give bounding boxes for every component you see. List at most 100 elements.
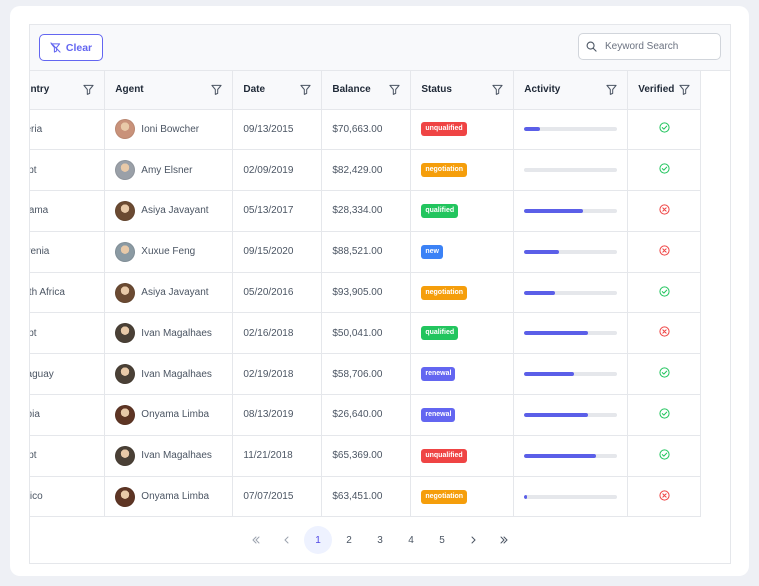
page-button-5[interactable]: 5 (428, 526, 456, 554)
table-header-row: Country Agent Date Balance Status Activity Ver… (30, 71, 701, 110)
status-badge: unqualified (421, 448, 467, 463)
table-row[interactable]: Paraguay Ivan Magalhaes 02/19/2018$58,706.… (30, 353, 701, 396)
verified-cell (627, 476, 701, 517)
page-button-2[interactable]: 2 (335, 526, 363, 554)
date-cell: 09/15/2020 (232, 231, 323, 273)
table-row[interactable]: Slovenia Xuxue Feng 09/15/2020$88,521.00 ne… (30, 231, 701, 273)
agent-cell: Asiya Javayant (104, 190, 234, 232)
check-circle-icon (659, 449, 670, 460)
agent-name: Asiya Javayant (141, 205, 209, 217)
balance-cell: $82,429.00 (321, 149, 412, 192)
balance-cell: $26,640.00 (321, 394, 412, 436)
agent-cell: Ivan Magalhaes (104, 353, 234, 396)
status-cell: renewal (410, 353, 515, 396)
status-badge: unqualified (421, 122, 467, 137)
status-badge: negotiation (421, 489, 468, 504)
column-header-verified[interactable]: Verified (627, 71, 701, 110)
status-badge: negotiation (421, 285, 468, 300)
agent-name: Ivan Magalhaes (141, 368, 212, 380)
status-cell: unqualified (410, 435, 515, 477)
balance-cell: $70,663.00 (321, 109, 412, 151)
table-row[interactable]: Serbia Onyama Limba 08/13/2019$26,640.00 re… (30, 394, 701, 436)
table-row[interactable]: Egypt Ivan Magalhaes 02/16/2018$50,041.00 q… (30, 312, 701, 355)
table-row[interactable]: Mexico Onyama Limba 07/07/2015$63,451.00 ne… (30, 476, 701, 517)
agent-name: Xuxue Feng (141, 246, 196, 258)
agent-name: Onyama Limba (141, 491, 210, 503)
clear-filters-button[interactable]: Clear (39, 34, 103, 61)
column-header-balance[interactable]: Balance (321, 71, 412, 110)
filter-icon[interactable] (492, 84, 503, 96)
avatar (115, 445, 136, 466)
status-badge: renewal (421, 367, 456, 382)
status-badge: negotiation (421, 163, 468, 178)
status-cell: qualified (410, 312, 515, 355)
status-cell: renewal (410, 394, 515, 436)
balance-cell: $93,905.00 (321, 272, 412, 314)
table-row[interactable]: Algeria Ioni Bowcher 09/13/2015$70,663.00 u… (30, 109, 701, 151)
first-page-button[interactable] (242, 526, 270, 554)
column-header-label: Status (421, 84, 452, 96)
status-cell: negotiation (410, 149, 515, 192)
activity-cell (513, 190, 629, 232)
agent-cell: Amy Elsner (104, 149, 234, 192)
paginator: 12345 (30, 517, 730, 563)
avatar (115, 160, 136, 181)
filter-icon[interactable] (389, 84, 400, 96)
table-body: Algeria Ioni Bowcher 09/13/2015$70,663.00 u… (30, 109, 701, 517)
column-header-country[interactable]: Country (30, 71, 106, 110)
table-row[interactable]: South Africa Asiya Javayant 05/20/2016$93,… (30, 272, 701, 314)
filter-icon[interactable] (211, 84, 222, 96)
agent-name: Onyama Limba (141, 409, 210, 421)
page-button-1[interactable]: 1 (304, 526, 332, 554)
filter-icon[interactable] (83, 84, 94, 96)
balance-cell: $88,521.00 (321, 231, 412, 273)
agent-cell: Asiya Javayant (104, 272, 234, 314)
table-row[interactable]: Egypt Amy Elsner 02/09/2019$82,429.00 negot… (30, 149, 701, 192)
last-page-button[interactable] (490, 526, 518, 554)
previous-page-button[interactable] (273, 526, 301, 554)
column-header-label: Balance (332, 84, 371, 96)
avatar (115, 486, 136, 507)
page-button-3[interactable]: 3 (366, 526, 394, 554)
status-cell: new (410, 231, 515, 273)
column-header-date[interactable]: Date (232, 71, 323, 110)
filter-icon[interactable] (679, 84, 690, 96)
date-cell: 05/13/2017 (232, 190, 323, 232)
activity-progress-fill (524, 208, 583, 213)
avatar (115, 364, 136, 385)
column-header-label: Agent (115, 84, 144, 96)
avatar (115, 282, 136, 303)
status-cell: qualified (410, 190, 515, 232)
activity-cell (513, 435, 629, 477)
country-cell: Paraguay (30, 353, 106, 396)
country-cell: Serbia (30, 394, 106, 436)
avatar (115, 241, 136, 262)
page-button-4[interactable]: 4 (397, 526, 425, 554)
column-header-activity[interactable]: Activity (513, 71, 629, 110)
date-cell: 02/16/2018 (232, 312, 323, 355)
verified-cell (627, 435, 701, 477)
status-cell: negotiation (410, 272, 515, 314)
activity-progress-bar (524, 249, 618, 254)
verified-cell (627, 231, 701, 273)
verified-cell (627, 109, 701, 151)
agent-cell: Ioni Bowcher (104, 109, 234, 151)
keyword-search-input[interactable] (603, 40, 713, 53)
avatar (115, 200, 136, 221)
date-cell: 05/20/2016 (232, 272, 323, 314)
next-page-button[interactable] (459, 526, 487, 554)
agent-name: Amy Elsner (141, 164, 193, 176)
table-row[interactable]: Panama Asiya Javayant 05/13/2017$28,334.00… (30, 190, 701, 232)
check-circle-icon (659, 163, 670, 174)
column-header-status[interactable]: Status (410, 71, 515, 110)
filter-icon[interactable] (606, 84, 617, 96)
agent-cell: Ivan Magalhaes (104, 435, 234, 477)
column-header-label: Country (30, 84, 50, 96)
column-header-agent[interactable]: Agent (104, 71, 234, 110)
table-scroll-area[interactable]: Country Agent Date Balance Status Activity Ver… (30, 71, 730, 517)
status-cell: negotiation (410, 476, 515, 517)
date-cell: 08/13/2019 (232, 394, 323, 436)
activity-cell (513, 272, 629, 314)
table-row[interactable]: Egypt Ivan Magalhaes 11/21/2018$65,369.00 u… (30, 435, 701, 477)
filter-icon[interactable] (300, 84, 311, 96)
